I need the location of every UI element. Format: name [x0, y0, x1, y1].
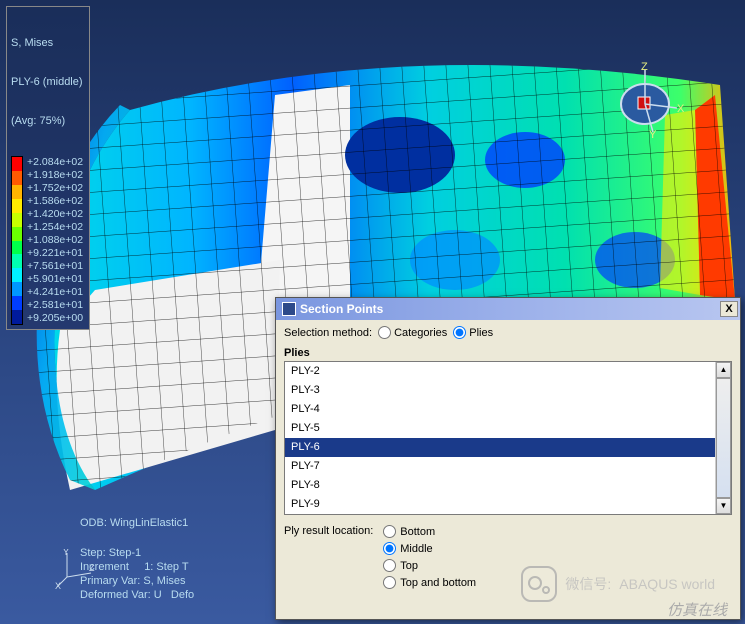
- list-item[interactable]: PLY-6: [285, 438, 715, 457]
- listbox-scrollbar[interactable]: ▲ ▼: [715, 362, 731, 514]
- scroll-up-button[interactable]: ▲: [716, 362, 731, 378]
- odb-label: ODB: WingLinElastic1: [80, 517, 188, 529]
- ply-location-label: Ply result location:: [284, 525, 373, 537]
- dialog-titlebar[interactable]: Section Points X: [276, 298, 740, 320]
- scroll-down-button[interactable]: ▼: [716, 498, 731, 514]
- plies-group-label: Plies: [284, 347, 732, 359]
- svg-text:Y: Y: [63, 549, 69, 557]
- list-item[interactable]: PLY-7: [285, 457, 715, 476]
- legend-avg: (Avg: 75%): [11, 115, 83, 128]
- selection-method-label: Selection method:: [284, 327, 372, 339]
- ply-location-options: Bottom Middle Top Top and bottom: [383, 525, 476, 589]
- close-button[interactable]: X: [720, 301, 738, 317]
- list-item[interactable]: PLY-5: [285, 419, 715, 438]
- list-item[interactable]: PLY-4: [285, 400, 715, 419]
- scroll-thumb[interactable]: [716, 378, 731, 498]
- colorbar: [11, 156, 23, 325]
- legend-values: +2.084e+02 +1.918e+02 +1.752e+02 +1.586e…: [23, 156, 83, 325]
- dialog-icon: [282, 302, 296, 316]
- axis-y-label: Y: [649, 129, 657, 140]
- wechat-icon: [521, 566, 557, 602]
- radio-middle[interactable]: Middle: [383, 542, 476, 555]
- list-item[interactable]: PLY-9: [285, 495, 715, 514]
- legend-subtitle: PLY-6 (middle): [11, 76, 83, 89]
- dialog-title: Section Points: [300, 302, 383, 316]
- radio-categories[interactable]: Categories: [378, 326, 447, 339]
- color-legend: S, Mises PLY-6 (middle) (Avg: 75%) +2.08…: [6, 6, 90, 330]
- list-item[interactable]: PLY-2: [285, 362, 715, 381]
- radio-top-and-bottom[interactable]: Top and bottom: [383, 576, 476, 589]
- wechat-watermark: 微信号: ABAQUS world: [521, 566, 715, 602]
- list-item[interactable]: PLY-8: [285, 476, 715, 495]
- legend-title: S, Mises: [11, 37, 83, 50]
- view-triad[interactable]: Z X Y: [605, 60, 685, 140]
- radio-top[interactable]: Top: [383, 559, 476, 572]
- radio-plies[interactable]: Plies: [453, 326, 493, 339]
- selection-method-row: Selection method: Categories Plies: [284, 326, 732, 339]
- axis-x-label: X: [677, 103, 685, 115]
- list-item[interactable]: PLY-3: [285, 381, 715, 400]
- plies-listbox[interactable]: PLY-2PLY-3PLY-4PLY-5PLY-6PLY-7PLY-8PLY-9: [285, 362, 715, 514]
- status-block: Step: Step-1 Increment 1: Step T Primary…: [80, 546, 194, 602]
- footer-logo: 仿真在线: [667, 599, 727, 620]
- svg-text:X: X: [55, 581, 61, 589]
- axis-z-label: Z: [641, 61, 648, 73]
- radio-bottom[interactable]: Bottom: [383, 525, 476, 538]
